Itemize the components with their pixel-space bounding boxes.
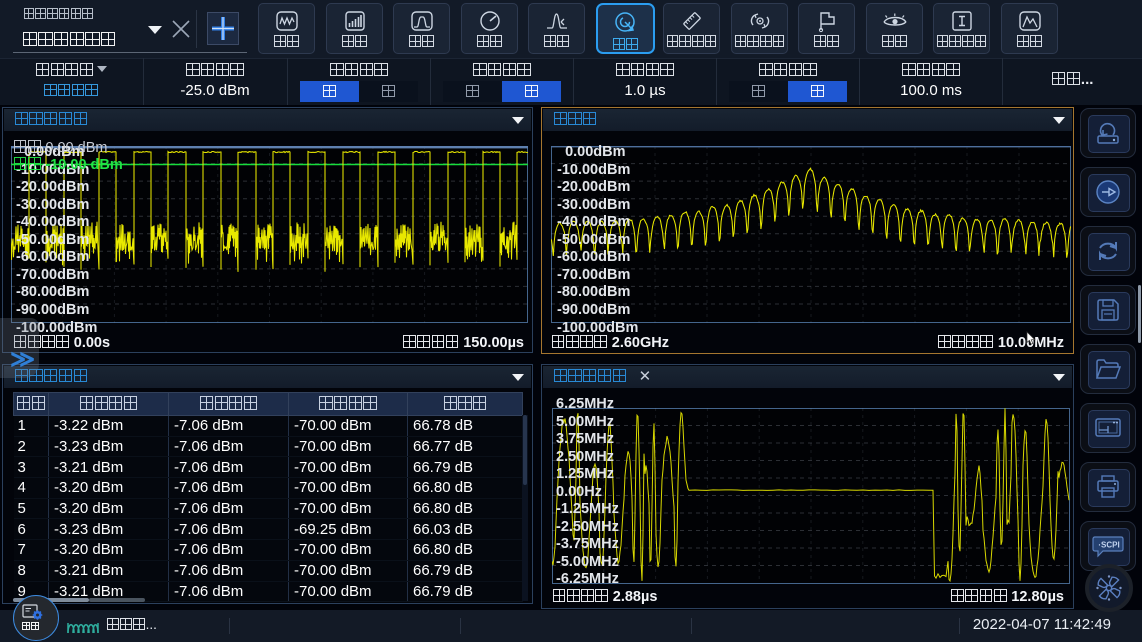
svg-text:·SCPI: ·SCPI — [1098, 541, 1119, 550]
